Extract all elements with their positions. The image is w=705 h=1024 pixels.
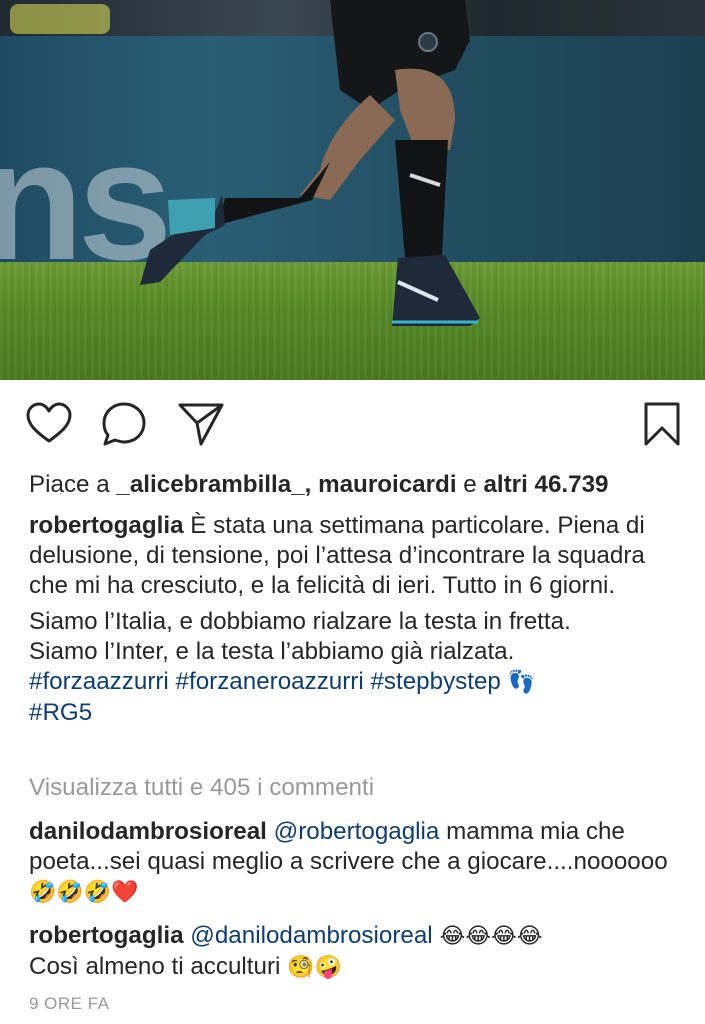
comment-emojis: 🤣🤣🤣❤️ <box>29 880 139 905</box>
hashtag-link[interactable]: #forzaazzurri #forzaneroazzurri #stepbys… <box>29 668 501 695</box>
post-image[interactable]: ns <box>0 0 705 380</box>
bookmark-icon[interactable] <box>638 400 686 448</box>
caption-line: Siamo l’Inter, e la testa l’abbiamo già … <box>29 638 515 665</box>
hashtag-link[interactable]: #RG5 <box>29 699 92 726</box>
footprints-emoji: 👣 <box>507 670 536 695</box>
caption-line: Siamo l’Italia, e dobbiamo rialzare la t… <box>29 608 571 635</box>
likes-prefix: Piace a <box>29 471 117 498</box>
liker-username[interactable]: _alicebrambilla_ <box>116 471 304 498</box>
view-all-comments-link[interactable]: Visualizza tutti e 405 i commenti <box>29 774 374 802</box>
paper-plane-icon[interactable] <box>177 400 225 448</box>
comment-emojis: 🧐🤪 <box>287 955 342 980</box>
likes-summary[interactable]: Piace a _alicebrambilla_, mauroicardi e … <box>29 470 689 500</box>
comment-mention[interactable]: @danilodambrosioreal <box>190 922 432 949</box>
likes-and: e <box>456 471 484 498</box>
caption-username[interactable]: robertogaglia <box>29 512 184 539</box>
comment-mention[interactable]: @robertogaglia <box>274 818 440 845</box>
post-action-bar <box>0 400 705 450</box>
post-caption: robertogaglia È stata una settimana part… <box>29 511 689 728</box>
caption-hashtags-row: #forzaazzurri #forzaneroazzurri #stepbys… <box>29 667 689 698</box>
post-timestamp: 9 ORE FA <box>29 994 110 1013</box>
heart-icon[interactable] <box>25 400 73 448</box>
comment-text: Così almeno ti acculturi <box>29 953 288 980</box>
comment: robertogaglia @danilodambrosioreal 😂😂😂😂 … <box>29 921 679 983</box>
liker-username[interactable]: mauroicardi <box>318 471 456 498</box>
likes-separator: , <box>304 471 319 498</box>
player-legs-illustration <box>140 0 480 326</box>
comment: danilodambrosioreal @robertogaglia mamma… <box>29 817 679 908</box>
comment-username[interactable]: danilodambrosioreal <box>29 818 267 845</box>
comment-emojis: 😂😂😂😂 <box>432 924 543 949</box>
caption-paragraph: robertogaglia È stata una settimana part… <box>29 511 689 601</box>
comment-username[interactable]: robertogaglia <box>29 922 184 949</box>
comment-bubble-icon[interactable] <box>100 400 148 448</box>
likes-count[interactable]: altri 46.739 <box>483 471 608 498</box>
